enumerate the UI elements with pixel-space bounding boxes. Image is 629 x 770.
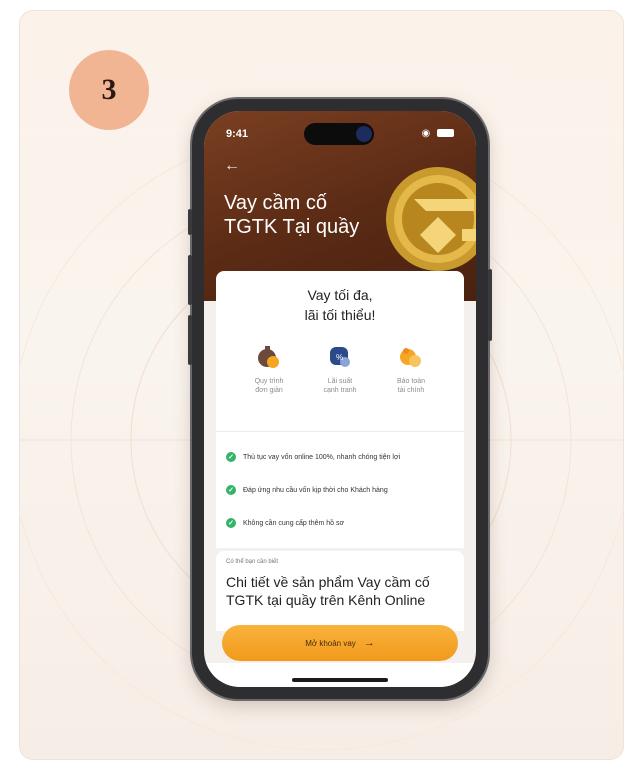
arrow-right-icon: →	[363, 637, 375, 649]
check-icon: ✓	[226, 452, 236, 462]
benefit-item: ✓ Đáp ứng nhu cầu vốn kịp thời cho Khách…	[226, 485, 388, 495]
headline-line-1: Vay tối đa,	[307, 287, 373, 303]
phone-volume-down-button	[188, 315, 192, 365]
feature-label: Lãi suất cạnh tranh	[323, 378, 357, 394]
feature-simple-process: Quy trình đơn giản	[234, 345, 304, 395]
wifi-icon: ◉	[421, 128, 431, 139]
benefit-text: Không cần cung cấp thêm hồ sơ	[243, 519, 345, 527]
check-icon: ✓	[226, 485, 236, 495]
phone-power-button	[488, 269, 492, 341]
step-card: 3 9:41 ◉ ← Vay cầm cố TGTK Tại quầy Vay …	[19, 10, 624, 760]
page-title: Vay cầm cố TGTK Tại quầy	[224, 192, 360, 238]
feature-label: Quy trình đơn giản	[254, 378, 284, 394]
headline-line-2: lãi tối thiểu!	[304, 307, 376, 323]
benefits-list: ✓ Thủ tục vay vốn online 100%, nhanh chó…	[216, 431, 464, 548]
feature-competitive-rate: % Lãi suất cạnh tranh	[305, 345, 375, 395]
step-number-badge: 3	[69, 50, 149, 130]
benefit-text: Thủ tục vay vốn online 100%, nhanh chóng…	[243, 453, 401, 461]
svg-text:%: %	[336, 353, 343, 362]
phone-mockup: 9:41 ◉ ← Vay cầm cố TGTK Tại quầy Vay tố…	[188, 99, 492, 699]
info-caption: Có thể bạn cần biết	[226, 559, 279, 565]
competitive-rate-icon: %	[330, 347, 350, 367]
status-icons: ◉	[421, 128, 454, 139]
open-loan-label: Mở khoản vay	[305, 638, 356, 648]
phone-screen: 9:41 ◉ ← Vay cầm cố TGTK Tại quầy Vay tố…	[204, 111, 476, 687]
home-indicator[interactable]	[292, 678, 388, 682]
benefit-item: ✓ Không cần cung cấp thêm hồ sơ	[226, 518, 344, 528]
battery-icon	[437, 129, 454, 138]
promo-headline: Vay tối đa, lãi tối thiểu!	[216, 285, 464, 325]
phone-action-button	[188, 209, 192, 235]
back-arrow-icon[interactable]: ←	[224, 157, 240, 175]
phone-volume-up-button	[188, 255, 192, 305]
simple-process-icon	[258, 346, 279, 368]
bottom-bar	[204, 663, 476, 687]
benefit-item: ✓ Thủ tục vay vốn online 100%, nhanh chó…	[226, 452, 400, 462]
benefit-text: Đáp ứng nhu cầu vốn kịp thời cho Khách h…	[243, 486, 388, 494]
open-loan-button[interactable]: Mở khoản vay →	[222, 625, 458, 661]
check-icon: ✓	[226, 518, 236, 528]
info-title[interactable]: Chi tiết về sản phẩm Vay cầm cố TGTK tại…	[226, 573, 462, 609]
status-time: 9:41	[226, 128, 249, 140]
gold-coin-icon	[386, 167, 476, 271]
feature-label: Bảo toàn tài chính	[396, 378, 426, 394]
promo-card: Vay tối đa, lãi tối thiểu! Quy trình đơn…	[216, 271, 464, 431]
financial-safety-icon	[400, 348, 421, 367]
feature-financial-safety: Bảo toàn tài chính	[376, 345, 446, 395]
info-section: Có thể bạn cần biết Chi tiết về sản phẩm…	[216, 551, 464, 631]
camera-icon	[356, 126, 372, 142]
